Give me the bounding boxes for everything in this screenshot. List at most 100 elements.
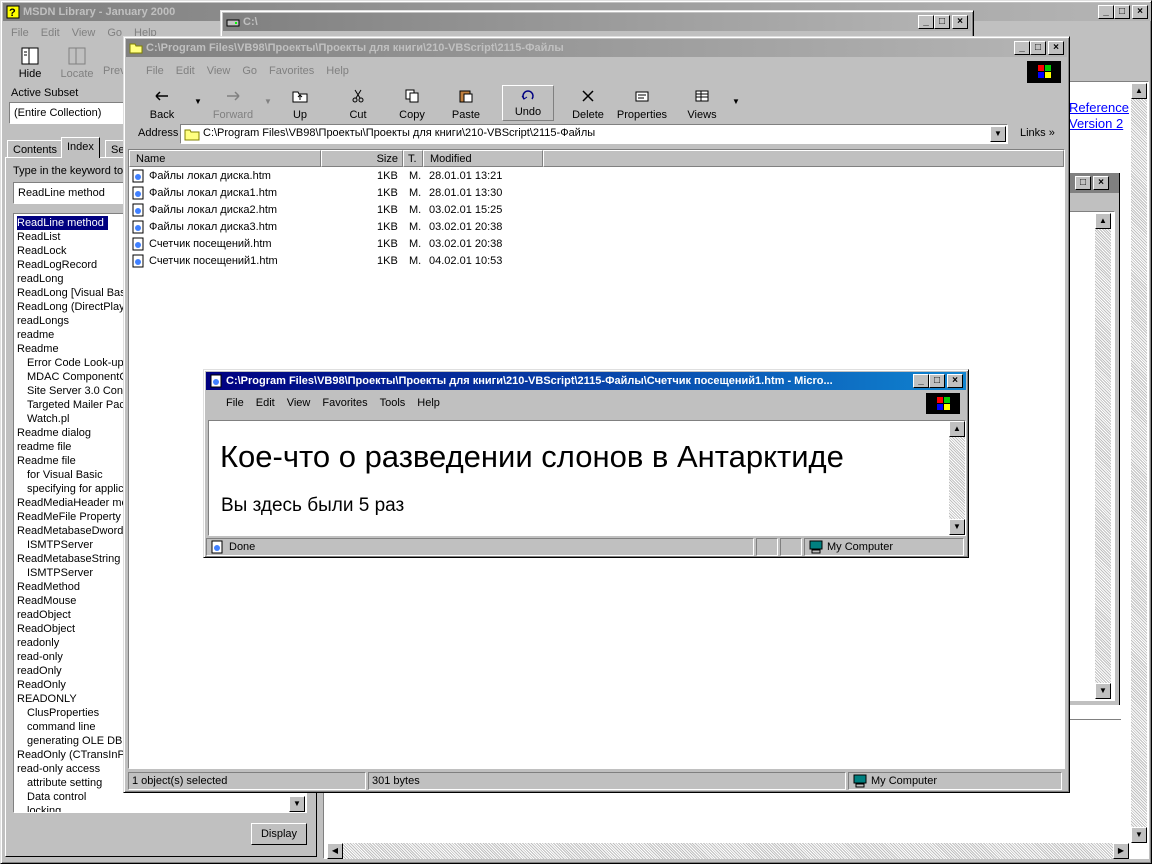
index-list-item[interactable]: Readme bbox=[17, 342, 59, 356]
explorer-minimize-button[interactable]: _ bbox=[1014, 41, 1030, 55]
index-list-item[interactable]: ReadMetabaseDword bbox=[17, 524, 123, 538]
explorer-menu-go[interactable]: Go bbox=[236, 61, 263, 81]
index-list-item[interactable]: ISMTPServer bbox=[27, 566, 93, 580]
views-button[interactable]: Views bbox=[676, 85, 728, 123]
index-list-item[interactable]: readme file bbox=[17, 440, 71, 454]
index-list-item[interactable]: readOnly bbox=[17, 664, 62, 678]
column-header-type[interactable]: T. bbox=[403, 150, 423, 167]
index-list-item[interactable]: Readme dialog bbox=[17, 426, 91, 440]
ie-menu-edit[interactable]: Edit bbox=[250, 393, 281, 413]
file-row[interactable]: Файлы локал диска2.htm 1KB M. 03.02.01 15:2… bbox=[131, 202, 551, 219]
file-row[interactable]: Файлы локал диска.htm 1KB M. 28.01.01 13:21 bbox=[131, 168, 551, 185]
explorer-menu-favorites[interactable]: Favorites bbox=[263, 61, 320, 81]
explorer-maximize-button[interactable]: □ bbox=[1030, 41, 1046, 55]
minimize-button[interactable]: _ bbox=[1098, 5, 1114, 19]
file-row[interactable]: Счетчик посещений.htm 1KB M. 03.02.01 20:38 bbox=[131, 236, 551, 253]
display-button[interactable]: Display bbox=[251, 823, 307, 845]
active-subset-select[interactable]: (Entire Collection) bbox=[9, 102, 127, 124]
index-list-item[interactable]: ReadLine method bbox=[17, 216, 108, 230]
column-header-name[interactable]: Name bbox=[129, 150, 321, 167]
ie-vscroll[interactable]: ▲ ▼ bbox=[949, 421, 965, 535]
index-list-item[interactable]: readme bbox=[17, 328, 54, 342]
close-button[interactable]: × bbox=[1132, 5, 1148, 19]
index-list-item[interactable]: read-only access bbox=[17, 762, 100, 776]
column-header-size[interactable]: Size bbox=[321, 150, 403, 167]
file-row[interactable]: Файлы локал диска3.htm 1KB M. 03.02.01 20:3… bbox=[131, 219, 551, 236]
c-minimize-button[interactable]: _ bbox=[918, 15, 934, 29]
index-list-item[interactable]: ReadLock bbox=[17, 244, 67, 258]
msdn-hscroll[interactable]: ◀ ▶ bbox=[327, 843, 1129, 859]
index-list-item[interactable]: ReadMeFile Property ( bbox=[17, 510, 128, 524]
index-list-item[interactable]: Watch.pl bbox=[27, 412, 69, 426]
address-dropdown-arrow[interactable]: ▼ bbox=[990, 126, 1006, 142]
index-list-item[interactable]: ReadMetabaseString [ bbox=[17, 552, 126, 566]
index-list-item[interactable]: locking bbox=[27, 804, 61, 812]
index-list-item[interactable]: readonly bbox=[17, 636, 59, 650]
scroll-down-arrow[interactable]: ▼ bbox=[1131, 827, 1147, 843]
ie-scroll-up-arrow[interactable]: ▲ bbox=[949, 421, 965, 437]
index-list-item[interactable]: ReadList bbox=[17, 230, 60, 244]
c-close-button[interactable]: × bbox=[952, 15, 968, 29]
ie-scroll-down-arrow[interactable]: ▼ bbox=[949, 519, 965, 535]
hide-button[interactable]: Hide bbox=[11, 47, 49, 83]
index-list-item[interactable]: ReadLong [Visual Basic] bbox=[17, 286, 137, 300]
index-list-item[interactable]: ReadMouse bbox=[17, 594, 76, 608]
menu-file[interactable]: File bbox=[5, 23, 35, 43]
up-button[interactable]: Up bbox=[276, 85, 324, 123]
hidden-scroll-up[interactable]: ▲ bbox=[1095, 213, 1111, 229]
version-link[interactable]: Version 2 bbox=[1069, 116, 1129, 132]
index-list-item[interactable]: ISMTPServer bbox=[27, 538, 93, 552]
tab-index[interactable]: Index bbox=[61, 137, 100, 158]
back-dropdown-icon[interactable]: ▼ bbox=[194, 97, 202, 106]
c-maximize-button[interactable]: □ bbox=[934, 15, 950, 29]
hidden-window-vscroll[interactable]: ▲ ▼ bbox=[1095, 213, 1111, 699]
ie-minimize-button[interactable]: _ bbox=[913, 374, 929, 388]
previous-button[interactable]: Prev bbox=[103, 65, 125, 81]
index-list-item[interactable]: ReadObject bbox=[17, 622, 75, 636]
explorer-menu-help[interactable]: Help bbox=[320, 61, 355, 81]
links-label[interactable]: Links » bbox=[1020, 127, 1055, 139]
cut-button[interactable]: Cut bbox=[334, 85, 382, 123]
locate-button[interactable]: Locate bbox=[57, 47, 97, 83]
index-list-item[interactable]: ReadOnly bbox=[17, 678, 66, 692]
delete-button[interactable]: Delete bbox=[562, 85, 614, 123]
column-header-modified[interactable]: Modified bbox=[423, 150, 543, 167]
back-button[interactable]: Back bbox=[134, 85, 190, 123]
explorer-menu-view[interactable]: View bbox=[201, 61, 237, 81]
index-list-item[interactable]: attribute setting bbox=[27, 776, 102, 790]
forward-dropdown-icon[interactable]: ▼ bbox=[264, 97, 272, 106]
properties-button[interactable]: Properties bbox=[616, 85, 668, 123]
menu-edit[interactable]: Edit bbox=[35, 23, 66, 43]
paste-button[interactable]: Paste bbox=[442, 85, 490, 123]
tab-contents[interactable]: Contents bbox=[7, 140, 64, 158]
hidden-scroll-down[interactable]: ▼ bbox=[1095, 683, 1111, 699]
index-list-item[interactable]: command line bbox=[27, 720, 95, 734]
explorer-menu-edit[interactable]: Edit bbox=[170, 61, 201, 81]
copy-button[interactable]: Copy bbox=[388, 85, 436, 123]
ie-menu-tools[interactable]: Tools bbox=[374, 393, 412, 413]
index-list-item[interactable]: READONLY bbox=[17, 692, 77, 706]
file-row[interactable]: Счетчик посещений1.htm 1KB M. 04.02.01 10:5… bbox=[131, 253, 551, 270]
keyword-input[interactable]: ReadLine method bbox=[13, 182, 127, 204]
index-dropdown-arrow[interactable]: ▼ bbox=[289, 796, 305, 812]
explorer-menu-file[interactable]: File bbox=[140, 61, 170, 81]
index-list-item[interactable]: readObject bbox=[17, 608, 71, 622]
scroll-up-arrow[interactable]: ▲ bbox=[1131, 83, 1147, 99]
explorer-close-button[interactable]: × bbox=[1048, 41, 1064, 55]
index-list-item[interactable]: readLongs bbox=[17, 314, 69, 328]
address-field[interactable]: C:\Program Files\VB98\Проекты\Проекты дл… bbox=[180, 124, 1008, 144]
ie-close-button[interactable]: × bbox=[947, 374, 963, 388]
file-row[interactable]: Файлы локал диска1.htm 1KB M. 28.01.01 13:3… bbox=[131, 185, 551, 202]
index-list-item[interactable]: for Visual Basic bbox=[27, 468, 103, 482]
msdn-vscroll[interactable]: ▲ ▼ bbox=[1131, 83, 1147, 843]
hidden-close-button[interactable]: × bbox=[1093, 176, 1109, 190]
scroll-right-arrow[interactable]: ▶ bbox=[1113, 843, 1129, 859]
index-list-item[interactable]: Error Code Look-up bbox=[27, 356, 124, 370]
ie-menu-file[interactable]: File bbox=[220, 393, 250, 413]
hidden-maximize-button[interactable]: □ bbox=[1075, 176, 1091, 190]
index-list-item[interactable]: ReadLogRecord bbox=[17, 258, 97, 272]
index-list-item[interactable]: read-only bbox=[17, 650, 63, 664]
ie-menu-view[interactable]: View bbox=[281, 393, 317, 413]
ie-menu-favorites[interactable]: Favorites bbox=[316, 393, 373, 413]
index-list-item[interactable]: readLong bbox=[17, 272, 64, 286]
